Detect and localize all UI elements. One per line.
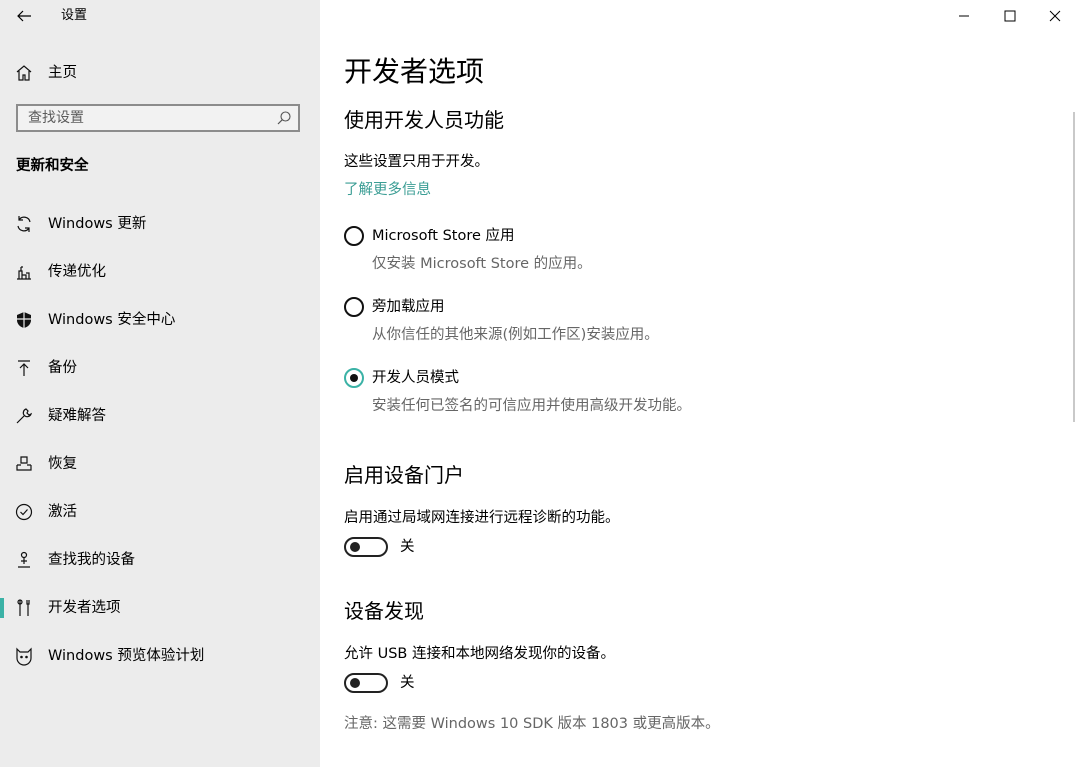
sidebar-item-activation[interactable]: 激活 — [0, 490, 320, 534]
person-location-icon — [14, 550, 34, 570]
radio-label: Microsoft Store 应用 — [372, 228, 515, 244]
app-title: 设置 — [61, 8, 88, 23]
close-button[interactable] — [1032, 0, 1078, 32]
radio-button[interactable] — [344, 297, 364, 317]
developer-tools-icon — [14, 598, 34, 618]
recovery-icon — [14, 454, 34, 474]
toggle-state-label: 关 — [400, 675, 415, 691]
device-portal-heading: 启用设备门户 — [344, 463, 464, 487]
radio-button[interactable] — [344, 226, 364, 246]
device-portal-toggle[interactable] — [344, 537, 388, 557]
sidebar-item-label: 查找我的设备 — [48, 552, 135, 568]
sidebar-item-label: Windows 更新 — [48, 216, 147, 232]
sidebar-item-recovery[interactable]: 恢复 — [0, 442, 320, 486]
sidebar-item-label: 主页 — [48, 65, 77, 81]
toggle-state-label: 关 — [400, 539, 415, 555]
check-circle-icon — [14, 502, 34, 522]
device-discovery-heading: 设备发现 — [344, 599, 424, 623]
radio-description: 从你信任的其他来源(例如工作区)安装应用。 — [372, 327, 659, 343]
sync-icon — [14, 214, 34, 234]
sidebar-item-home[interactable]: 主页 — [0, 56, 320, 90]
sidebar-item-windows-update[interactable]: Windows 更新 — [0, 202, 320, 246]
dev-features-heading: 使用开发人员功能 — [344, 108, 504, 132]
learn-more-link[interactable]: 了解更多信息 — [344, 180, 431, 200]
page-title: 开发者选项 — [344, 55, 485, 88]
radio-button-checked[interactable] — [344, 368, 364, 388]
sidebar-item-windows-insider[interactable]: Windows 预览体验计划 — [0, 634, 320, 678]
sdk-note: 注意: 这需要 Windows 10 SDK 版本 1803 或更高版本。 — [344, 716, 720, 732]
radio-label: 开发人员模式 — [372, 370, 459, 386]
radio-description: 仅安装 Microsoft Store 的应用。 — [372, 256, 592, 272]
selection-indicator — [0, 598, 4, 618]
maximize-icon — [1004, 10, 1016, 22]
section-heading: 更新和安全 — [16, 158, 89, 174]
maximize-button[interactable] — [987, 0, 1033, 32]
sidebar-item-label: 激活 — [48, 504, 77, 520]
home-icon — [14, 63, 34, 83]
sidebar-item-label: 传递优化 — [48, 264, 106, 280]
search-box[interactable] — [16, 104, 300, 132]
toggle-knob — [350, 542, 360, 552]
toggle-knob — [350, 678, 360, 688]
sidebar-item-label: 恢复 — [48, 456, 77, 472]
sidebar-item-label: 备份 — [48, 360, 77, 376]
sidebar-item-troubleshoot[interactable]: 疑难解答 — [0, 394, 320, 438]
search-icon[interactable] — [276, 110, 292, 126]
search-input[interactable] — [28, 109, 268, 127]
close-icon — [1049, 10, 1061, 22]
dev-features-description: 这些设置只用于开发。 — [344, 154, 489, 170]
device-discovery-description: 允许 USB 连接和本地网络发现你的设备。 — [344, 646, 615, 662]
sidebar: 设置 主页 更新和安全 Windows 更新 传递优化 Windows 安全中心 — [0, 0, 320, 767]
radio-dot — [350, 374, 358, 382]
delivery-optimization-icon — [14, 262, 34, 282]
sidebar-item-developer-options[interactable]: 开发者选项 — [0, 586, 320, 630]
sidebar-item-delivery-optimization[interactable]: 传递优化 — [0, 250, 320, 294]
sidebar-item-label: Windows 安全中心 — [48, 312, 176, 328]
sidebar-item-label: 开发者选项 — [48, 600, 121, 616]
device-portal-description: 启用通过局域网连接进行远程诊断的功能。 — [344, 510, 620, 526]
radio-label: 旁加载应用 — [372, 299, 445, 315]
sidebar-item-label: Windows 预览体验计划 — [48, 648, 205, 664]
shield-icon — [14, 310, 34, 330]
sidebar-item-windows-security[interactable]: Windows 安全中心 — [0, 298, 320, 342]
minimize-icon — [959, 15, 969, 17]
sidebar-item-backup[interactable]: 备份 — [0, 346, 320, 390]
wrench-icon — [14, 406, 34, 426]
device-discovery-toggle[interactable] — [344, 673, 388, 693]
sidebar-item-label: 疑难解答 — [48, 408, 106, 424]
sidebar-item-find-my-device[interactable]: 查找我的设备 — [0, 538, 320, 582]
scrollbar[interactable] — [1073, 112, 1075, 422]
minimize-button[interactable] — [941, 0, 987, 32]
back-arrow-icon — [17, 10, 31, 22]
backup-arrow-icon — [14, 358, 34, 378]
back-button[interactable] — [10, 2, 38, 30]
radio-description: 安装任何已签名的可信应用并使用高级开发功能。 — [372, 398, 691, 414]
insider-cat-icon — [14, 646, 34, 666]
